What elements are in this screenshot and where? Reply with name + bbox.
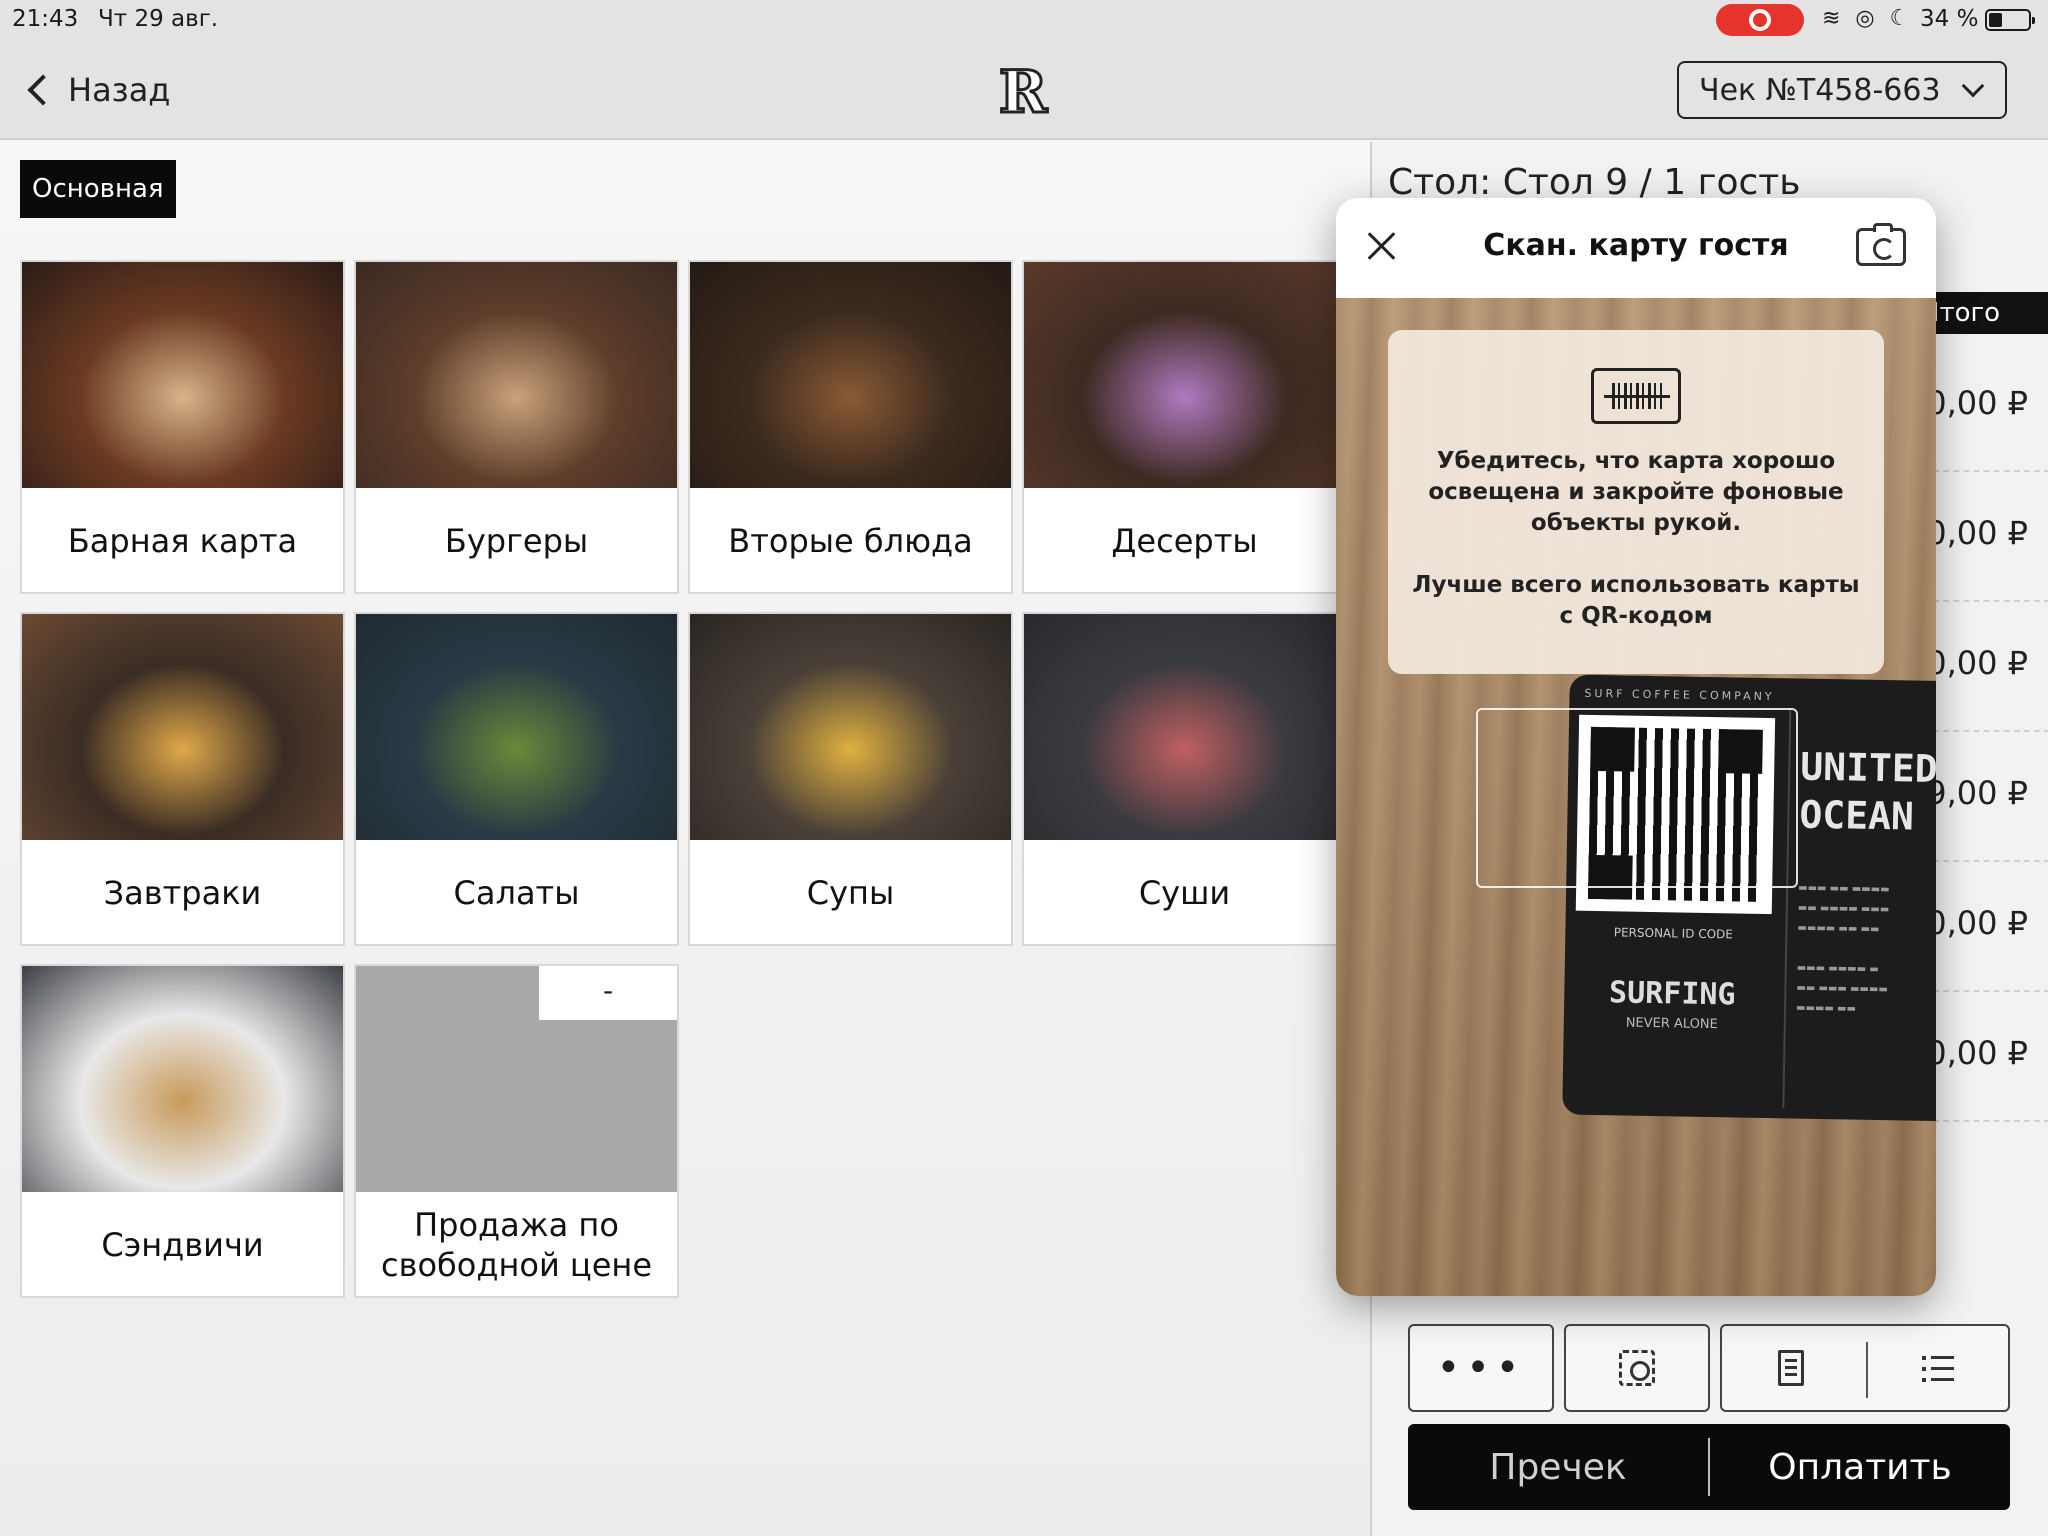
screen-recording-icon — [1716, 4, 1804, 36]
scan-card-button[interactable] — [1564, 1324, 1710, 1412]
category-image — [22, 614, 343, 840]
price-badge: - — [539, 966, 677, 1020]
category-label: Завтраки — [103, 874, 262, 912]
category-image — [356, 614, 677, 840]
line-total: 0,00 ₽ — [1926, 1034, 2028, 1072]
check-number: Чек №T458-663 — [1699, 72, 1941, 108]
category-label: Продажа по свободной цене — [380, 1206, 652, 1284]
category-image — [356, 262, 677, 488]
category-image — [22, 966, 343, 1192]
category-image — [1024, 614, 1345, 840]
line-total: 0,00 ₽ — [1926, 644, 2028, 682]
tab-main-menu[interactable]: Основная — [20, 160, 176, 218]
chevron-left-icon — [27, 74, 59, 106]
card-united-ocean: UNITED OCEAN — [1799, 743, 1936, 841]
category-card[interactable]: Суши — [1022, 612, 1347, 946]
category-card[interactable]: Салаты — [354, 612, 679, 946]
category-image — [690, 614, 1011, 840]
category-label: Барная карта — [67, 522, 298, 560]
status-bar: 21:43 Чт 29 авг. ≋ ◎ ☾ 34 % — [0, 0, 2048, 40]
receipt-button[interactable] — [1778, 1350, 1804, 1386]
back-button[interactable]: Назад — [22, 64, 170, 116]
battery-percent: 34 % — [1920, 6, 1979, 32]
scan-hint-panel: Убедитесь, что карта хорошо освещена и з… — [1388, 330, 1884, 674]
precheck-button[interactable]: Пречек — [1408, 1424, 1708, 1510]
list-icon — [1922, 1356, 1954, 1382]
category-label: Вторые блюда — [728, 522, 973, 560]
line-total: 0,00 ₽ — [1926, 904, 2028, 942]
camera-preview: SURF COFFEE COMPANY PERSONAL ID CODE SUR… — [1336, 298, 1936, 1296]
chevron-down-icon — [1961, 74, 1985, 98]
menu-pane: Основная Барная карта Бургеры Вторые блюда… — [0, 142, 1370, 1536]
status-date: Чт 29 авг. — [98, 6, 219, 32]
line-total: 9,00 ₽ — [1926, 774, 2028, 812]
category-label: Сэндвичи — [101, 1226, 264, 1264]
category-card[interactable]: Завтраки — [20, 612, 345, 946]
check-actions-group — [1720, 1324, 2010, 1412]
card-fine-print: ▬▬▬ ▬▬ ▬▬▬▬ ▬▬ ▬▬▬▬ ▬▬▬ ▬▬▬▬ ▬▬ ▬▬ ▬▬▬ ▬▬▬▬… — [1795, 882, 1890, 1015]
card-personal-id: PERSONAL ID CODE — [1613, 925, 1734, 942]
receipt-icon — [1778, 1350, 1804, 1386]
hint-qr: Лучше всего использовать карты с QR-кодо… — [1412, 572, 1860, 629]
divider — [1866, 1342, 1868, 1398]
card-united: UNITED — [1799, 744, 1936, 791]
category-card[interactable]: Сэндвичи — [20, 964, 345, 1298]
category-image — [22, 262, 343, 488]
modal-header: Скан. карту гостя — [1336, 198, 1936, 298]
line-total: 0,00 ₽ — [1926, 384, 2028, 422]
list-button[interactable] — [1922, 1356, 1954, 1382]
category-label: Супы — [806, 874, 895, 912]
category-card[interactable]: Бургеры — [354, 260, 679, 594]
category-image — [1024, 262, 1345, 488]
card-ocean: OCEAN — [1799, 792, 1915, 839]
category-card[interactable]: Барная карта — [20, 260, 345, 594]
category-label: Суши — [1138, 874, 1231, 912]
app-logo: R — [997, 58, 1048, 126]
card-surfing: SURFING — [1608, 975, 1736, 1013]
status-time: 21:43 — [12, 6, 79, 32]
category-label: Десерты — [1111, 522, 1258, 560]
more-dots-icon: ••• — [1436, 1345, 1526, 1391]
battery-icon — [1985, 9, 2035, 31]
barcode-scan-icon — [1591, 368, 1681, 424]
category-card[interactable]: Супы — [688, 612, 1013, 946]
modal-title: Скан. карту гостя — [1483, 228, 1789, 263]
card-brand: SURF COFFEE COMPANY — [1584, 686, 1775, 704]
switch-camera-icon[interactable] — [1856, 223, 1906, 266]
back-label: Назад — [68, 71, 171, 109]
category-card[interactable]: Десерты — [1022, 260, 1347, 594]
scan-guest-card-modal: Скан. карту гостя SURF COFFEE COMPANY PE… — [1336, 198, 1936, 1296]
more-button[interactable]: ••• — [1408, 1324, 1554, 1412]
scan-target-frame — [1476, 708, 1798, 888]
category-card[interactable]: Вторые блюда — [688, 260, 1013, 594]
category-image — [690, 262, 1011, 488]
category-label: Бургеры — [444, 522, 589, 560]
free-price-card[interactable]: - Продажа по свободной цене — [354, 964, 679, 1298]
line-total: 0,00 ₽ — [1926, 514, 2028, 552]
hint-lighting: Убедитесь, что карта хорошо освещена и з… — [1428, 448, 1844, 536]
wifi-icon: ≋ ◎ ☾ — [1822, 6, 1914, 31]
navigation-bar: Назад R Чек №T458-663 — [0, 40, 2048, 140]
action-toolbar: ••• — [1408, 1324, 2010, 1412]
scan-icon — [1619, 1350, 1655, 1386]
category-label: Салаты — [453, 874, 580, 912]
payment-bar: Пречек Оплатить — [1408, 1424, 2010, 1510]
card-never-alone: NEVER ALONE — [1625, 1015, 1718, 1033]
pay-button[interactable]: Оплатить — [1710, 1424, 2010, 1510]
table-info: Стол: Стол 9 / 1 гость — [1388, 162, 1801, 203]
check-selector[interactable]: Чек №T458-663 — [1677, 61, 2007, 119]
